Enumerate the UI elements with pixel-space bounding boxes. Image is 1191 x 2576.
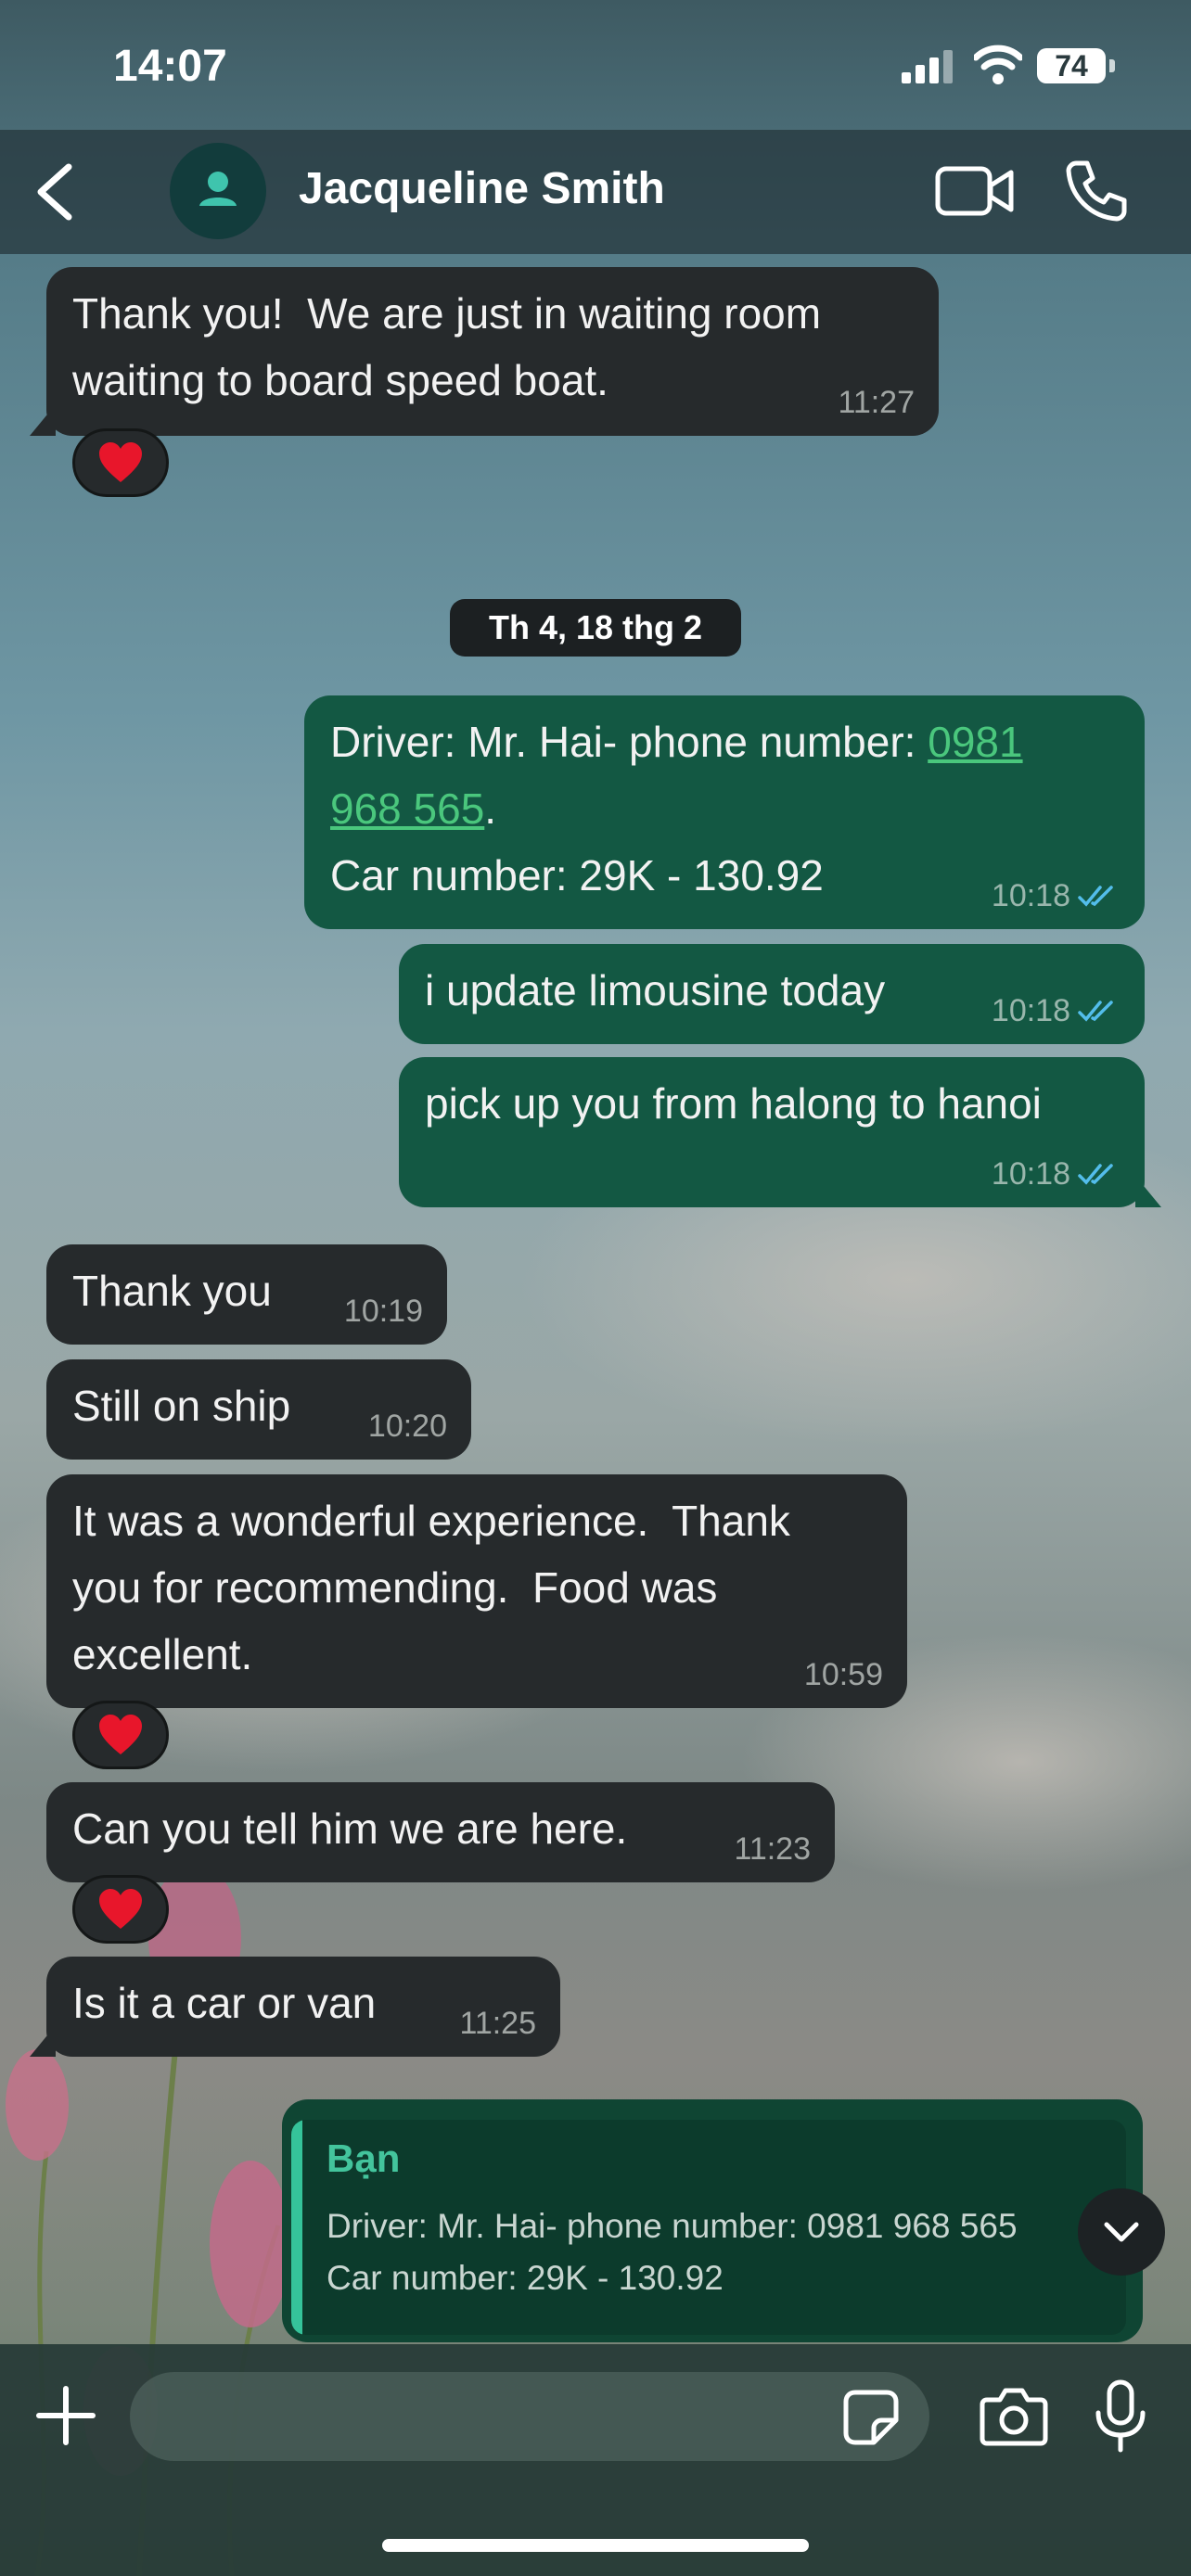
- contact-avatar[interactable]: [170, 143, 266, 239]
- message-time: 10:18: [991, 993, 1070, 1028]
- microphone-icon[interactable]: [1091, 2379, 1150, 2454]
- chat-header: Jacqueline Smith: [0, 130, 1191, 254]
- message-text: Can you tell him we are here.: [72, 1804, 628, 1853]
- reaction-badge[interactable]: [72, 428, 169, 497]
- date-separator: Th 4, 18 thg 2: [450, 599, 741, 657]
- double-check-read-icon: [1078, 886, 1113, 907]
- cellular-signal-icon: [902, 50, 955, 83]
- wifi-icon: [974, 45, 1022, 84]
- message-time: 11:27: [838, 385, 915, 420]
- message-time: 10:19: [343, 1294, 423, 1329]
- plus-attach-icon[interactable]: [33, 2383, 98, 2448]
- message-time: 10:59: [803, 1657, 883, 1692]
- double-check-read-icon: [1078, 1001, 1113, 1022]
- message-input[interactable]: [130, 2372, 929, 2461]
- message-composer-bar: [0, 2344, 1191, 2576]
- message-bubble-outgoing[interactable]: pick up you from halong to hanoi 10:18: [399, 1057, 1161, 1207]
- quoted-sender: Bạn: [327, 2136, 401, 2180]
- camera-icon[interactable]: [980, 2385, 1048, 2446]
- message-time: 10:18: [991, 878, 1070, 913]
- message-bubble-incoming[interactable]: Can you tell him we are here. 11:23: [46, 1782, 835, 1882]
- reaction-badge[interactable]: [72, 1701, 169, 1769]
- message-bubble-outgoing[interactable]: Driver: Mr. Hai- phone number: 0981 968 …: [304, 695, 1145, 929]
- message-bubble-outgoing[interactable]: i update limousine today 10:18: [399, 944, 1145, 1044]
- message-text: It was a wonderful experience. Thank you…: [72, 1497, 790, 1678]
- message-text: Thank you! We are just in waiting room w…: [72, 289, 822, 404]
- red-heart-icon: [99, 442, 142, 482]
- message-time: 11:25: [459, 2006, 536, 2041]
- video-call-icon[interactable]: [935, 163, 1015, 219]
- red-heart-icon: [99, 1715, 142, 1754]
- person-icon: [199, 172, 237, 206]
- message-time: 11:23: [734, 1831, 811, 1867]
- scroll-to-bottom-button[interactable]: [1078, 2188, 1165, 2276]
- contact-name[interactable]: Jacqueline Smith: [299, 163, 665, 214]
- phone-call-icon[interactable]: [1063, 158, 1128, 223]
- quoted-reply-bubble[interactable]: Bạn Driver: Mr. Hai- phone number: 0981 …: [282, 2099, 1143, 2342]
- home-indicator[interactable]: [382, 2539, 809, 2552]
- reaction-badge[interactable]: [72, 1875, 169, 1944]
- message-bubble-incoming[interactable]: Thank you 10:19: [46, 1244, 447, 1345]
- message-bubble-incoming[interactable]: Still on ship 10:20: [46, 1359, 471, 1460]
- double-check-read-icon: [1078, 1164, 1113, 1185]
- battery-cap-icon: [1109, 59, 1115, 72]
- message-bubble-incoming[interactable]: Is it a car or van 11:25: [30, 1957, 560, 2057]
- message-time: 10:18: [991, 1156, 1070, 1192]
- clock: 14:07: [113, 42, 227, 91]
- status-bar: 14:07 74: [0, 0, 1191, 130]
- quoted-text-line: Driver: Mr. Hai- phone number: 0981 968 …: [327, 2207, 1018, 2245]
- quoted-text-line: Car number: 29K - 130.92: [327, 2259, 724, 2297]
- message-text: pick up you from halong to hanoi: [425, 1079, 1042, 1128]
- red-heart-icon: [99, 1889, 142, 1929]
- battery-indicator: 74: [1037, 48, 1106, 83]
- message-bubble-incoming[interactable]: It was a wonderful experience. Thank you…: [46, 1474, 907, 1708]
- quote-accent-bar: [291, 2120, 302, 2335]
- message-time: 10:20: [367, 1409, 447, 1444]
- message-bubble-incoming[interactable]: Thank you! We are just in waiting room w…: [30, 267, 939, 436]
- message-text-prefix: Driver: Mr. Hai- phone number:: [330, 718, 928, 766]
- chevron-down-icon: [1104, 2222, 1139, 2242]
- back-chevron-icon[interactable]: [28, 158, 83, 226]
- quoted-message[interactable]: Bạn Driver: Mr. Hai- phone number: 0981 …: [291, 2120, 1126, 2335]
- sticker-icon[interactable]: [842, 2389, 900, 2446]
